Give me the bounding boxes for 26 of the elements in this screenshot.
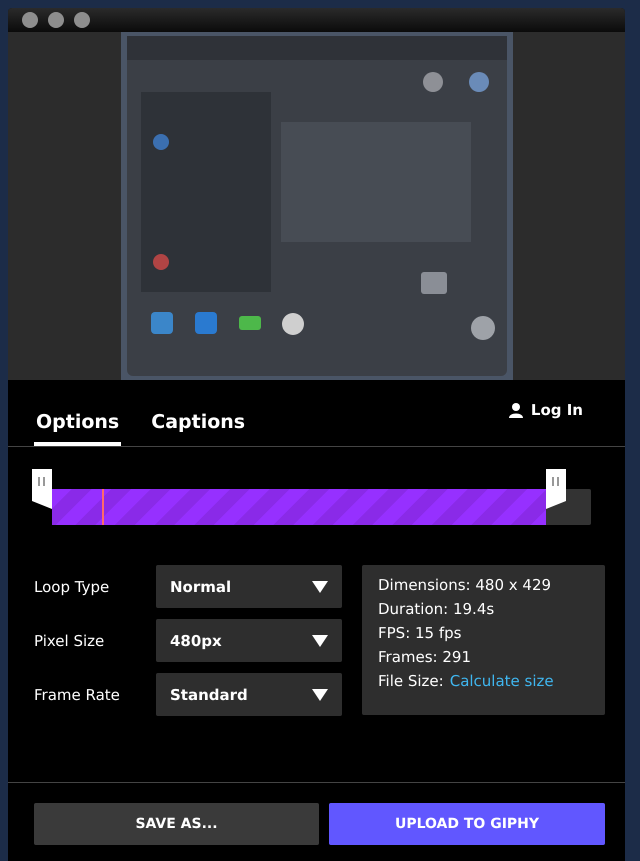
setting-label: Pixel Size — [34, 632, 106, 650]
trim-handle[interactable] — [546, 469, 566, 509]
info-text: Duration: 19.4s — [378, 600, 496, 618]
dropdown[interactable]: Normal — [156, 565, 342, 608]
info-label: File Size: — [378, 672, 444, 690]
upload-button[interactable]: UPLOAD TO GIPHY — [329, 803, 605, 845]
close-button[interactable] — [22, 12, 38, 28]
dropdown-caret-icon — [312, 634, 328, 646]
tab[interactable]: Options — [34, 411, 122, 446]
dropdown-caret-icon — [312, 688, 328, 700]
setting-label: Loop Type — [34, 578, 110, 596]
dropdown[interactable]: 480px — [156, 619, 342, 662]
dropdown[interactable]: Standard — [156, 673, 342, 716]
zoom-button[interactable] — [74, 12, 90, 28]
dropdown-caret-icon — [312, 580, 328, 592]
info-text: Frames: 291 — [378, 648, 472, 666]
save-button[interactable]: SAVE AS... — [34, 803, 319, 845]
trim-handle[interactable] — [32, 469, 52, 509]
login-button[interactable]: Log In — [508, 401, 583, 419]
calculate-size-link[interactable]: Calculate size — [450, 672, 554, 690]
setting-label: Frame Rate — [34, 686, 121, 704]
info-text: FPS: 15 fps — [378, 624, 462, 642]
minimize-button[interactable] — [48, 12, 64, 28]
tab[interactable]: Captions — [149, 411, 248, 446]
user-icon — [508, 402, 523, 418]
info-text: Dimensions: 480 x 429 — [378, 576, 552, 594]
